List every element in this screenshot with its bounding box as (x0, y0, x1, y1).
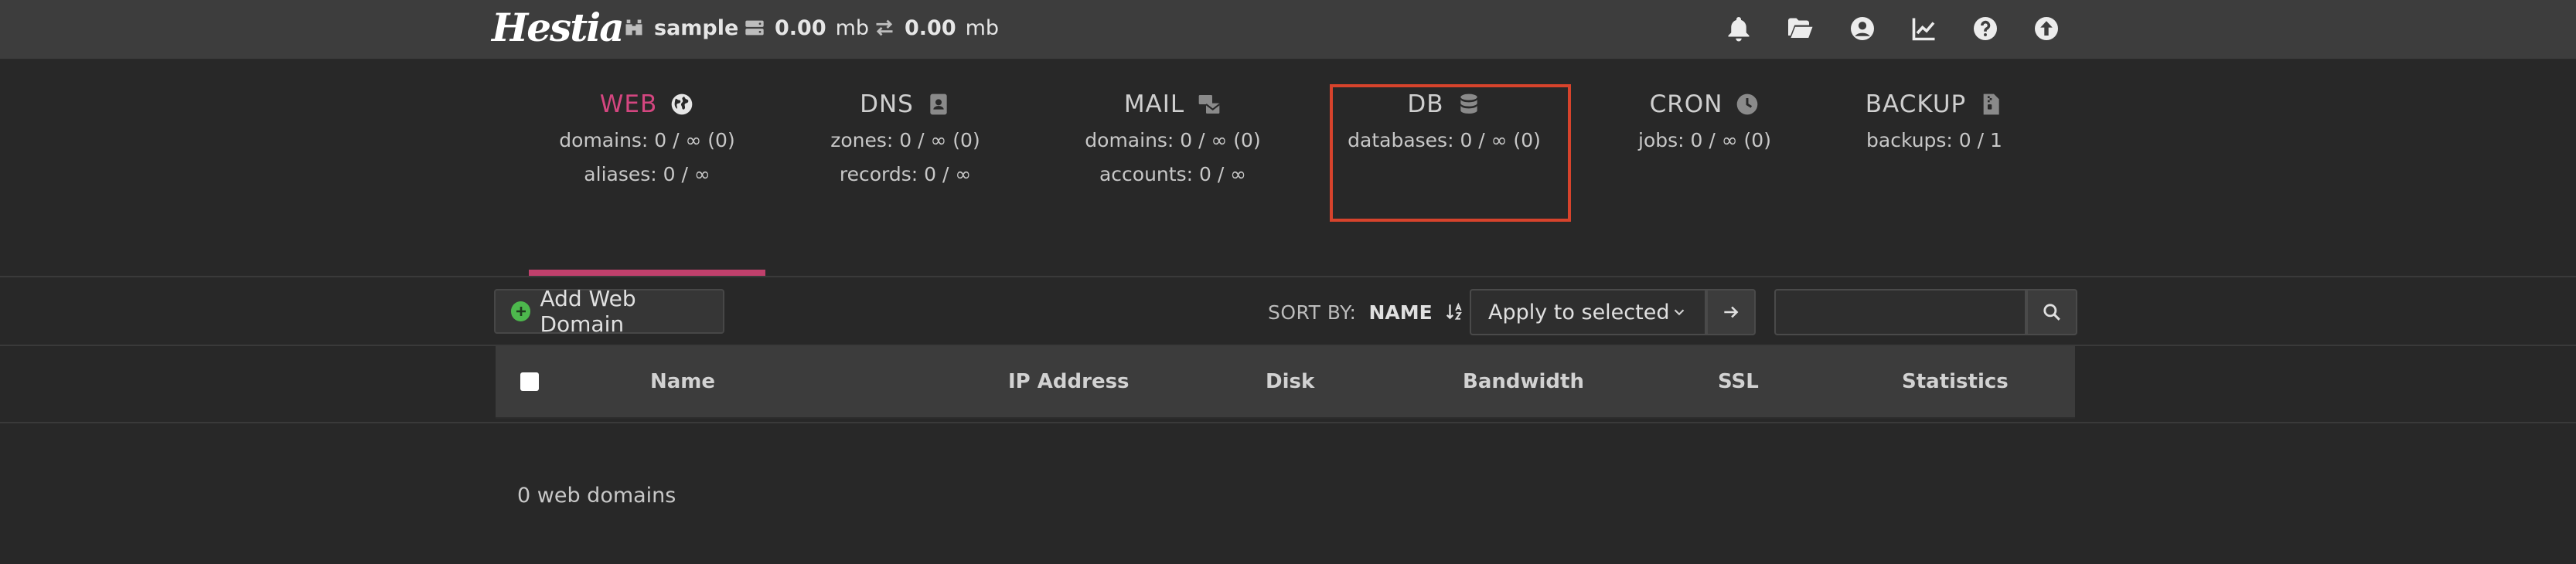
divider (0, 422, 2576, 423)
sort-alpha-down-icon[interactable] (1445, 302, 1465, 322)
column-bandwidth: Bandwidth (1463, 370, 1584, 393)
tab-cron-line-1: jobs: 0 / ∞ (0) (1638, 129, 1771, 151)
chart-line-icon (1912, 18, 1935, 41)
tab-mail-title: MAIL (1123, 90, 1185, 118)
sort-by-name[interactable]: NAME (1368, 301, 1432, 324)
column-ip-address: IP Address (1008, 370, 1130, 393)
tab-dns-line-1: zones: 0 / ∞ (0) (830, 129, 980, 151)
tab-web[interactable]: WEB domains: 0 / ∞ (0) aliases: 0 / ∞ (531, 85, 763, 192)
add-web-domain-label: Add Web Domain (540, 286, 636, 337)
mail-bulk-icon (1198, 95, 1221, 114)
column-statistics: Statistics (1902, 370, 2009, 393)
tab-dns[interactable]: DNS zones: 0 / ∞ (0) records: 0 / ∞ (789, 85, 1021, 192)
bandwidth-unit: mb (965, 15, 1000, 40)
globe-icon (671, 93, 693, 115)
notifications-button[interactable] (1723, 13, 1754, 44)
logout-button[interactable] (2031, 13, 2062, 44)
tab-dns-line-2: records: 0 / ∞ (839, 163, 972, 185)
tab-cron-title: CRON (1649, 90, 1723, 118)
folder-open-icon (1788, 18, 1813, 38)
statistics-button[interactable] (1909, 13, 1940, 44)
bell-icon (1728, 17, 1750, 42)
db-tab-highlight (1330, 84, 1571, 222)
help-circle-icon (1974, 17, 1997, 40)
arrow-right-icon (1724, 306, 1739, 318)
bulk-action-select[interactable]: Apply to selected (1470, 289, 1706, 335)
chevron-down-icon (1674, 309, 1685, 316)
help-button[interactable] (1970, 13, 2001, 44)
table-header: Name IP Address Disk Bandwidth SSL Stati… (496, 346, 2075, 419)
tab-backup-line-1: backups: 0 / 1 (1866, 129, 2002, 151)
tab-backup[interactable]: BACKUP backups: 0 / 1 (1818, 85, 2050, 158)
hard-drive-icon (745, 20, 764, 36)
file-zipper-icon (1983, 93, 1999, 115)
search-button[interactable] (2026, 289, 2077, 335)
tab-dns-title: DNS (860, 90, 914, 118)
bandwidth-stat: 0.00 mb (874, 12, 999, 43)
plus-circle-icon (511, 301, 531, 321)
file-manager-button[interactable] (1784, 13, 1815, 44)
column-ssl: SSL (1718, 370, 1759, 393)
username: sample (654, 15, 739, 40)
tab-mail[interactable]: MAIL domains: 0 / ∞ (0) accounts: 0 / ∞ (1057, 85, 1289, 192)
tab-web-line-1: domains: 0 / ∞ (0) (559, 129, 735, 151)
top-bar: Hestia sample 0.00 mb 0.00 mb (0, 0, 2576, 59)
tab-web-title: WEB (599, 90, 658, 118)
tab-cron[interactable]: CRON jobs: 0 / ∞ (0) (1589, 85, 1821, 158)
divider (0, 276, 2576, 277)
apply-button[interactable] (1706, 289, 1756, 335)
tab-mail-line-1: domains: 0 / ∞ (0) (1085, 129, 1261, 151)
arrow-up-circle-icon (2035, 17, 2058, 40)
disk-value: 0.00 (775, 15, 826, 40)
bandwidth-value: 0.00 (905, 15, 956, 40)
user-circle-icon (1851, 17, 1874, 40)
tab-mail-line-2: accounts: 0 / ∞ (1099, 163, 1247, 185)
address-book-icon (930, 93, 947, 115)
search-icon (2043, 304, 2060, 321)
select-all-checkbox[interactable] (520, 372, 539, 391)
tab-backup-title: BACKUP (1865, 90, 1967, 118)
user-stat[interactable]: sample (623, 12, 738, 43)
active-tab-indicator (529, 270, 765, 276)
domain-count: 0 web domains (517, 484, 676, 508)
column-disk: Disk (1266, 370, 1315, 393)
hestia-logo[interactable]: Hestia (492, 3, 625, 53)
clock-icon (1737, 93, 1758, 115)
user-profile-button[interactable] (1847, 13, 1878, 44)
column-name[interactable]: Name (650, 346, 715, 417)
sort-by: SORT BY: NAME (1268, 298, 1465, 326)
search-input[interactable] (1774, 289, 2026, 335)
sort-by-label: SORT BY: (1268, 301, 1357, 324)
bulk-action-value: Apply to selected (1488, 300, 1670, 324)
tab-web-line-2: aliases: 0 / ∞ (584, 163, 710, 185)
add-web-domain-button[interactable]: Add Web Domain (494, 286, 724, 337)
disk-stat: 0.00 mb (744, 12, 869, 43)
arrows-left-right-icon (876, 19, 893, 36)
disk-unit: mb (835, 15, 870, 40)
binoculars-icon (625, 19, 642, 36)
